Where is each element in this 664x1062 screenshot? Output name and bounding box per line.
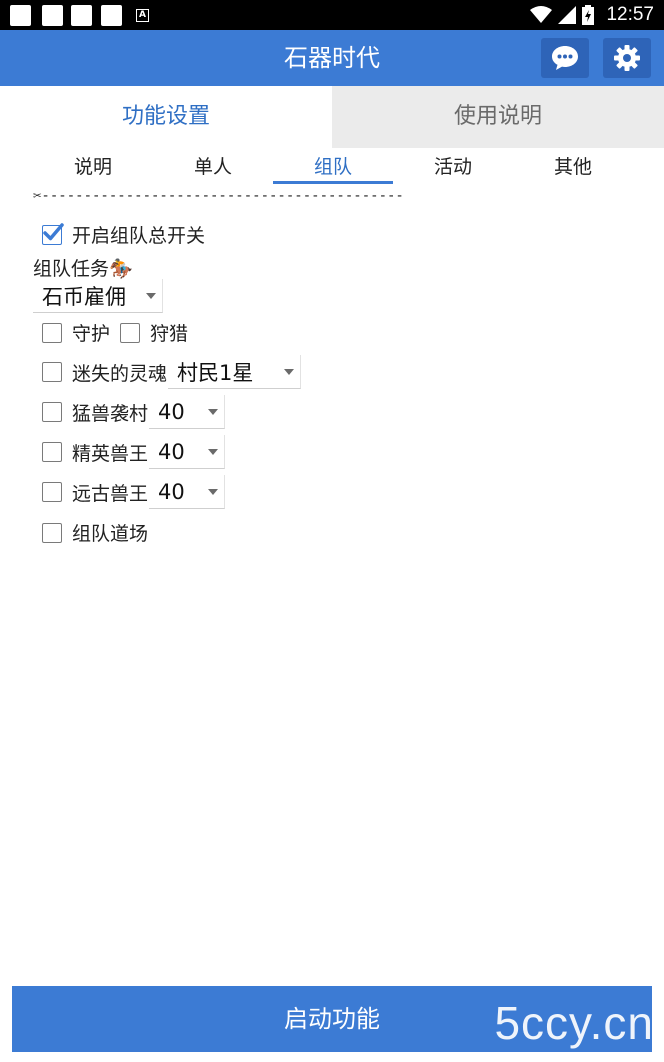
- team-dojo-row: 组队道场: [42, 519, 148, 546]
- battery-icon: [582, 5, 595, 25]
- team-task-select[interactable]: 石币雇佣: [33, 279, 163, 313]
- subtab-team[interactable]: 组队: [273, 148, 393, 186]
- elite-beast-label: 精英兽王: [72, 442, 149, 465]
- ancient-beast-checkbox[interactable]: [42, 482, 62, 502]
- lost-soul-select[interactable]: 村民1星: [168, 355, 302, 389]
- elite-beast-select-value: 40: [158, 439, 185, 464]
- status-bar: A 12:57: [0, 0, 664, 30]
- dropdown-arrow-icon: [208, 449, 219, 455]
- checkmark-icon: [43, 222, 64, 240]
- gear-icon: [614, 45, 640, 71]
- scissors-divider: ✂---------------------------------------…: [33, 188, 404, 204]
- lost-soul-checkbox[interactable]: [42, 362, 62, 382]
- main-tab-bar: 功能设置 使用说明: [0, 86, 664, 148]
- lost-soul-select-value: 村民1星: [177, 360, 254, 385]
- settings-button[interactable]: [603, 38, 651, 78]
- team-task-label: 组队任务🏇: [33, 258, 133, 280]
- team-dojo-label: 组队道场: [72, 523, 149, 545]
- notification-icon: [71, 5, 92, 26]
- watermark: 5ccy.cn: [494, 997, 654, 1049]
- notification-icon: [101, 5, 122, 26]
- beast-raid-select[interactable]: 40: [149, 395, 226, 429]
- guard-checkbox[interactable]: [42, 322, 62, 343]
- guard-hunt-row: 守护 狩猎: [42, 319, 188, 346]
- chat-button[interactable]: [541, 38, 589, 78]
- chat-bubble-icon: [552, 46, 578, 70]
- ancient-beast-select-value: 40: [158, 479, 185, 504]
- elite-beast-row: 精英兽王 40: [42, 435, 226, 469]
- subtab-events[interactable]: 活动: [393, 148, 513, 186]
- team-task-select-value: 石币雇佣: [42, 284, 126, 309]
- subtab-explanation[interactable]: 说明: [33, 148, 153, 186]
- ancient-beast-row: 远古兽王 40: [42, 475, 226, 509]
- tab-instructions[interactable]: 使用说明: [332, 86, 664, 148]
- wifi-icon: [530, 6, 553, 23]
- sub-tab-bar: 说明 单人 组队 活动 其他: [33, 148, 633, 186]
- subtab-other[interactable]: 其他: [513, 148, 633, 186]
- tab-function-settings[interactable]: 功能设置: [0, 86, 332, 148]
- signal-icon: [558, 6, 577, 24]
- dropdown-arrow-icon: [284, 369, 295, 375]
- dropdown-arrow-icon: [146, 293, 156, 299]
- notification-icon: [42, 5, 63, 26]
- beast-raid-checkbox[interactable]: [42, 402, 62, 422]
- app-header: 石器时代: [0, 30, 664, 86]
- notification-icon: [10, 5, 31, 26]
- beast-raid-select-value: 40: [158, 399, 185, 424]
- ancient-beast-label: 远古兽王: [72, 482, 149, 505]
- app-notification-icon: A: [136, 9, 149, 22]
- lost-soul-label: 迷失的灵魂: [72, 362, 168, 385]
- guard-label: 守护: [72, 323, 111, 345]
- team-master-switch-row[interactable]: 开启组队总开关: [42, 221, 205, 248]
- lost-soul-row: 迷失的灵魂 村民1星: [42, 355, 302, 389]
- dropdown-arrow-icon: [208, 489, 219, 495]
- clock: 12:57: [606, 4, 654, 25]
- subtab-solo[interactable]: 单人: [153, 148, 273, 186]
- hunt-label: 狩猎: [150, 323, 189, 345]
- elite-beast-checkbox[interactable]: [42, 442, 62, 462]
- team-master-label: 开启组队总开关: [72, 225, 206, 247]
- team-master-checkbox[interactable]: [42, 222, 64, 245]
- ancient-beast-select[interactable]: 40: [149, 475, 226, 509]
- beast-raid-row: 猛兽袭村 40: [42, 395, 226, 429]
- elite-beast-select[interactable]: 40: [149, 435, 226, 469]
- dropdown-arrow-icon: [208, 409, 219, 415]
- team-dojo-checkbox[interactable]: [42, 522, 62, 543]
- beast-raid-label: 猛兽袭村: [72, 402, 149, 425]
- hunt-checkbox[interactable]: [120, 322, 141, 343]
